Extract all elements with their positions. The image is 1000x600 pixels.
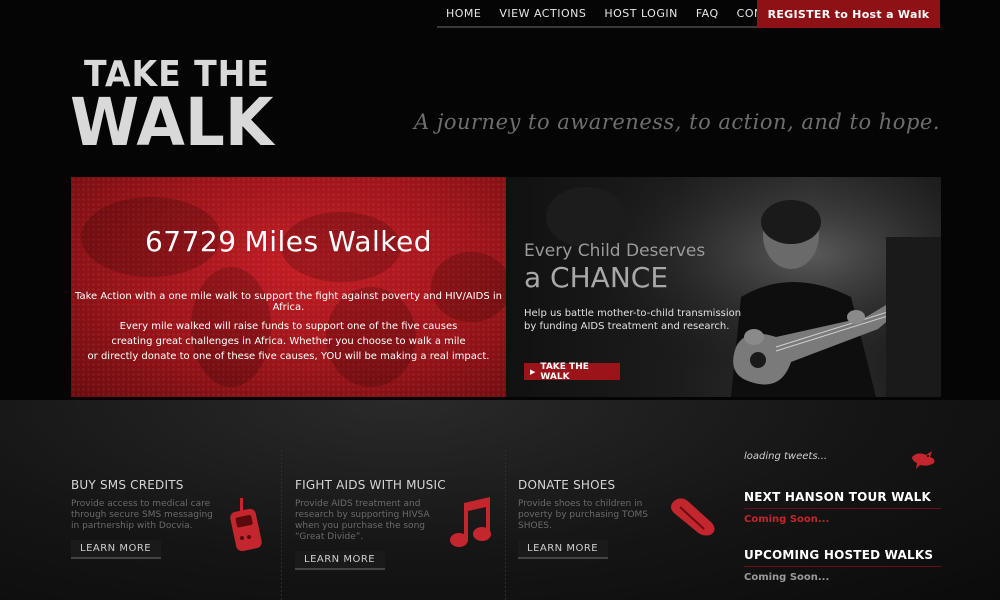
- nav-host-login-link[interactable]: HOST LOGIN: [595, 0, 687, 26]
- nav-faq-link[interactable]: FAQ: [687, 0, 728, 26]
- every-child-description: Help us battle mother-to-child transmiss…: [524, 308, 742, 332]
- take-the-walk-button[interactable]: ▶ TAKE THE WALK: [524, 361, 620, 382]
- miles-count: 67729: [144, 225, 237, 258]
- feature-title: FIGHT AIDS WITH MUSIC: [295, 478, 446, 492]
- chance-headline: a CHANCE: [524, 261, 669, 294]
- next-hanson-walk-status: Coming Soon...: [744, 514, 830, 525]
- feature-title: BUY SMS CREDITS: [71, 478, 184, 492]
- miles-walked-banner: 67729 Miles Walked Take Action with a one…: [71, 177, 506, 397]
- tagline: A journey to awareness, to action, and t…: [414, 110, 940, 134]
- feature-title: DONATE SHOES: [518, 478, 616, 492]
- mission-text-line: or directly donate to one of these five …: [87, 351, 490, 362]
- column-divider: [281, 450, 282, 600]
- upcoming-hosted-walks-status: Coming Soon...: [744, 572, 830, 583]
- learn-more-music-button[interactable]: LEARN MORE: [295, 551, 386, 570]
- nav-view-actions-link[interactable]: VIEW ACTIONS: [490, 0, 595, 26]
- feature-description: Provide access to medical care through s…: [71, 499, 213, 531]
- shoe-icon: [671, 498, 715, 536]
- music-note-icon: [450, 497, 491, 547]
- site-logo[interactable]: TAKE THE WALK: [70, 54, 300, 161]
- bird-icon[interactable]: [910, 447, 938, 469]
- next-hanson-walk-heading: NEXT HANSON TOUR WALK: [744, 490, 941, 509]
- mission-text-line: creating great challenges in Africa. Whe…: [111, 336, 466, 347]
- learn-more-sms-button[interactable]: LEARN MORE: [71, 540, 162, 559]
- logo-line2: WALK: [70, 84, 274, 161]
- play-arrow-icon: ▶: [530, 367, 536, 376]
- miles-counter: 67729 Miles Walked: [71, 225, 506, 258]
- nav-home-link[interactable]: HOME: [437, 0, 490, 26]
- cellphone-icon: [230, 498, 262, 552]
- mission-text-line: Every mile walked will raise funds to su…: [119, 321, 458, 332]
- feature-description: Provide AIDS treatment and research by s…: [295, 499, 430, 542]
- register-host-walk-button[interactable]: REGISTER to Host a Walk: [757, 0, 940, 28]
- feature-description: Provide shoes to children in poverty by …: [518, 499, 649, 531]
- every-child-headline: Every Child Deserves: [524, 241, 706, 261]
- upcoming-hosted-walks-heading: UPCOMING HOSTED WALKS: [744, 548, 941, 567]
- miles-label: Miles Walked: [244, 225, 433, 258]
- take-the-walk-label: TAKE THE WALK: [540, 361, 589, 382]
- tweets-status: loading tweets...: [744, 451, 828, 462]
- column-divider: [505, 450, 506, 600]
- mission-text: Every mile walked will raise funds to su…: [71, 319, 506, 364]
- every-child-banner: Every Child Deserves a CHANCE Help us ba…: [506, 177, 941, 397]
- world-map-graphic: [81, 197, 506, 387]
- take-action-text: Take Action with a one mile walk to supp…: [75, 291, 502, 313]
- learn-more-shoes-button[interactable]: LEARN MORE: [518, 540, 609, 559]
